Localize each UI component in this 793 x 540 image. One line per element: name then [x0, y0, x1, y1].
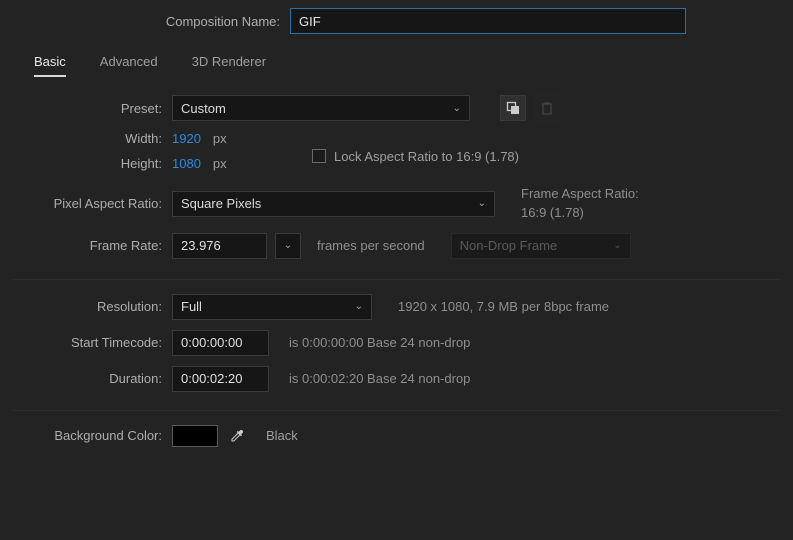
width-value[interactable]: 1920	[172, 131, 201, 146]
chevron-down-icon: ⌄	[453, 103, 461, 114]
eyedropper-icon	[229, 428, 245, 444]
height-value[interactable]: 1080	[172, 156, 201, 171]
pixel-aspect-label: Pixel Aspect Ratio:	[12, 196, 172, 211]
chevron-down-icon: ⌄	[284, 240, 292, 251]
checkbox-icon	[312, 149, 326, 163]
duration-input[interactable]	[172, 366, 269, 392]
resolution-info: 1920 x 1080, 7.9 MB per 8bpc frame	[398, 299, 609, 314]
preset-label: Preset:	[12, 101, 172, 116]
chevron-down-icon: ⌄	[613, 240, 621, 251]
drop-frame-value: Non-Drop Frame	[460, 238, 558, 253]
start-timecode-input[interactable]	[172, 330, 269, 356]
width-unit: px	[213, 131, 227, 146]
height-label: Height:	[12, 156, 172, 171]
bg-color-name: Black	[266, 428, 298, 443]
tabs: Basic Advanced 3D Renderer	[34, 54, 781, 77]
bg-color-swatch[interactable]	[172, 425, 218, 447]
resolution-value: Full	[181, 299, 202, 314]
preset-value: Custom	[181, 101, 226, 116]
comp-name-input[interactable]	[290, 8, 686, 34]
eyedropper-button[interactable]	[226, 425, 248, 447]
frame-aspect-value: 16:9 (1.78)	[521, 204, 639, 223]
frame-rate-label: Frame Rate:	[12, 238, 172, 253]
frame-aspect-label: Frame Aspect Ratio:	[521, 185, 639, 204]
width-label: Width:	[12, 131, 172, 146]
tab-basic[interactable]: Basic	[34, 54, 66, 77]
height-unit: px	[213, 156, 227, 171]
delete-preset-button	[534, 95, 560, 121]
chevron-down-icon: ⌄	[355, 301, 363, 312]
duration-label: Duration:	[12, 371, 172, 386]
lock-aspect-label: Lock Aspect Ratio to 16:9 (1.78)	[334, 149, 519, 164]
duration-info: is 0:00:02:20 Base 24 non-drop	[289, 371, 470, 386]
frame-rate-unit: frames per second	[317, 238, 425, 253]
drop-frame-dropdown: Non-Drop Frame ⌄	[451, 233, 631, 259]
save-preset-icon	[506, 101, 520, 115]
tab-advanced[interactable]: Advanced	[100, 54, 158, 77]
frame-rate-input[interactable]	[172, 233, 267, 259]
lock-aspect-checkbox[interactable]: Lock Aspect Ratio to 16:9 (1.78)	[312, 149, 519, 164]
pixel-aspect-value: Square Pixels	[181, 196, 261, 211]
save-preset-button[interactable]	[500, 95, 526, 121]
preset-dropdown[interactable]: Custom ⌄	[172, 95, 470, 121]
chevron-down-icon: ⌄	[478, 198, 486, 209]
tab-3d-renderer[interactable]: 3D Renderer	[192, 54, 266, 77]
start-timecode-label: Start Timecode:	[12, 335, 172, 350]
bg-color-label: Background Color:	[12, 428, 172, 443]
trash-icon	[541, 102, 553, 115]
frame-rate-preset-dropdown[interactable]: ⌄	[275, 233, 301, 259]
start-timecode-info: is 0:00:00:00 Base 24 non-drop	[289, 335, 470, 350]
resolution-dropdown[interactable]: Full ⌄	[172, 294, 372, 320]
pixel-aspect-dropdown[interactable]: Square Pixels ⌄	[172, 191, 495, 217]
comp-name-label: Composition Name:	[26, 14, 290, 29]
resolution-label: Resolution:	[12, 299, 172, 314]
